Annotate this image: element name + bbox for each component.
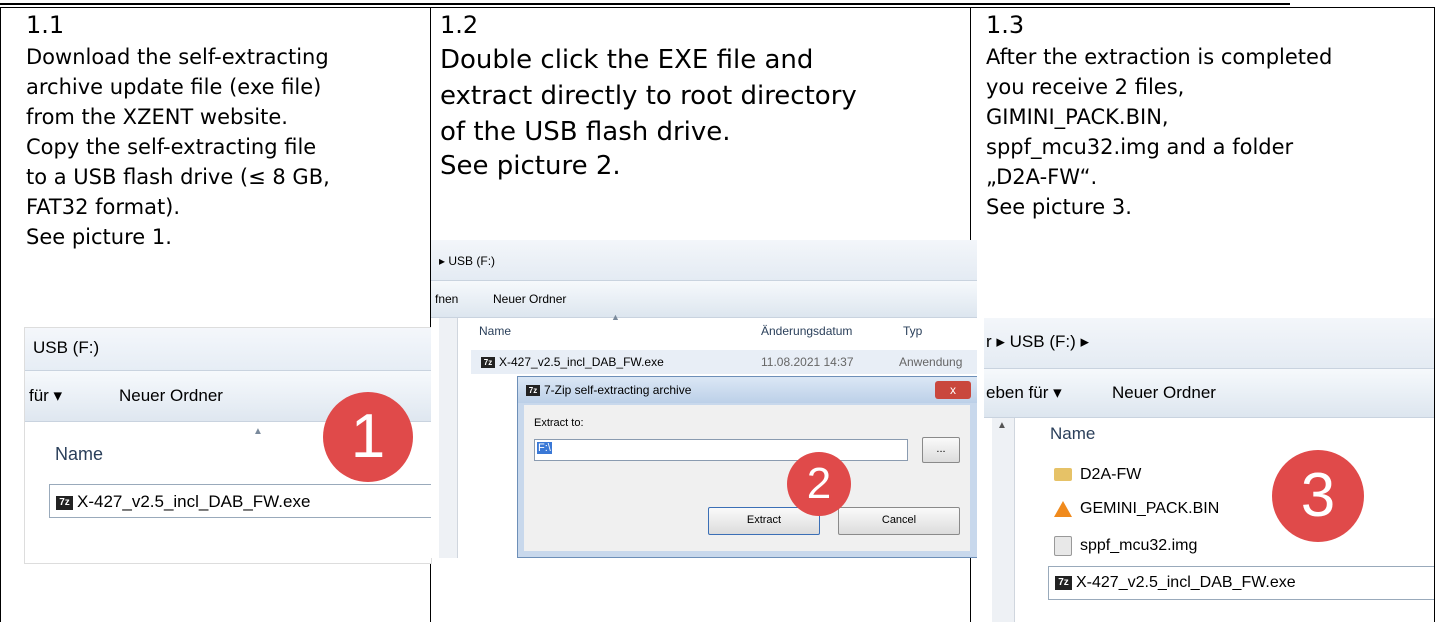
picture-badge-2: 2 bbox=[787, 452, 851, 516]
toolbar: fnen Neuer Ordner bbox=[431, 281, 977, 318]
table-border-left bbox=[0, 7, 1, 622]
picture-1: USB (F:) für ▾ Neuer Ordner ▲ Name 7z X-4… bbox=[24, 327, 432, 564]
address-path[interactable]: USB (F:) bbox=[33, 338, 99, 358]
dialog-titlebar: 7z 7-Zip self-extracting archive x bbox=[518, 377, 977, 403]
item-name: GEMINI_PACK.BIN bbox=[1080, 500, 1220, 517]
picture-3: r ▸ USB (F:) ▸ eben für ▾ Neuer Ordner ▲… bbox=[984, 318, 1434, 622]
step-text-line: FAT32 format). bbox=[26, 195, 181, 219]
nav-scrollbar[interactable] bbox=[439, 318, 458, 558]
step-text-line: See picture 1. bbox=[26, 225, 172, 249]
dialog-title: 7-Zip self-extracting archive bbox=[544, 383, 692, 397]
step-text-line: of the USB flash drive. bbox=[440, 117, 731, 147]
extract-to-label: Extract to: bbox=[534, 417, 584, 429]
list-item[interactable]: D2A-FW bbox=[1054, 466, 1141, 484]
step-text-line: See picture 2. bbox=[440, 151, 621, 181]
step-number: 1.1 bbox=[26, 11, 65, 39]
close-icon[interactable]: x bbox=[935, 381, 971, 399]
7z-icon: 7z bbox=[481, 357, 495, 369]
share-with-menu[interactable]: eben für ▾ bbox=[986, 383, 1062, 403]
picture-badge-1: 1 bbox=[323, 392, 413, 482]
column-header-name[interactable]: Name bbox=[479, 324, 511, 338]
7z-icon: 7z bbox=[1055, 575, 1072, 590]
step-text-line: Copy the self-extracting file bbox=[26, 135, 317, 159]
disk-image-icon bbox=[1054, 536, 1072, 556]
folder-icon bbox=[1054, 468, 1072, 482]
address-path[interactable]: ▸ USB (F:) bbox=[439, 254, 495, 268]
step-number: 1.2 bbox=[440, 11, 479, 39]
step-text-line: „D2A-FW“. bbox=[986, 165, 1098, 189]
new-folder-button[interactable]: Neuer Ordner bbox=[119, 386, 223, 406]
address-bar: ▸ USB (F:) bbox=[431, 240, 977, 281]
step-text-line: Double click the EXE file and bbox=[440, 45, 814, 75]
scroll-up-icon[interactable]: ▲ bbox=[997, 420, 1007, 431]
step-text-line: to a USB flash drive (≤ 8 GB, bbox=[26, 165, 330, 189]
step-text-line: sppf_mcu32.img and a folder bbox=[986, 135, 1294, 159]
step-text-line: Download the self-extracting bbox=[26, 45, 329, 69]
column-header-name[interactable]: Name bbox=[55, 444, 103, 465]
file-name: X-427_v2.5_incl_DAB_FW.exe bbox=[499, 355, 664, 369]
step-text-line: See picture 3. bbox=[986, 195, 1132, 219]
step-1-2-cell: 1.2 Double click the EXE file and extrac… bbox=[440, 8, 966, 182]
7z-icon: 7z bbox=[56, 495, 73, 510]
step-text-line: extract directly to root directory bbox=[440, 81, 857, 111]
address-path[interactable]: r ▸ USB (F:) ▸ bbox=[986, 332, 1089, 352]
toolbar-menu[interactable]: fnen bbox=[435, 292, 458, 306]
step-number: 1.3 bbox=[986, 11, 1025, 39]
dialog-body: Extract to: F:\ ... Extract Cancel bbox=[524, 405, 970, 551]
extract-dialog: 7z 7-Zip self-extracting archive x Extrac… bbox=[517, 376, 977, 558]
browse-button[interactable]: ... bbox=[922, 437, 960, 463]
file-name: X-427_v2.5_incl_DAB_FW.exe bbox=[77, 492, 311, 511]
extract-path-input[interactable]: F:\ bbox=[534, 439, 908, 461]
extract-path-value: F:\ bbox=[537, 442, 552, 454]
step-1-1-cell: 1.1 Download the self-extracting archive… bbox=[26, 8, 426, 252]
step-text-line: archive update file (exe file) bbox=[26, 75, 322, 99]
list-item[interactable]: GEMINI_PACK.BIN bbox=[1054, 500, 1219, 518]
address-bar: USB (F:) bbox=[25, 328, 431, 371]
new-folder-button[interactable]: Neuer Ordner bbox=[493, 292, 566, 306]
cone-icon bbox=[1054, 500, 1072, 517]
nav-scrollbar[interactable]: ▲ bbox=[992, 418, 1015, 622]
file-type: Anwendung bbox=[899, 355, 963, 369]
step-1-3-cell: 1.3 After the extraction is completed yo… bbox=[986, 8, 1432, 222]
step-text-line: GIMINI_PACK.BIN, bbox=[986, 105, 1169, 129]
cancel-button[interactable]: Cancel bbox=[838, 507, 960, 535]
address-bar: r ▸ USB (F:) ▸ bbox=[984, 318, 1434, 369]
step-text-line: from the XZENT website. bbox=[26, 105, 288, 129]
picture-badge-3: 3 bbox=[1272, 450, 1364, 542]
list-item[interactable]: sppf_mcu32.img bbox=[1054, 536, 1197, 556]
picture-2: ▸ USB (F:) fnen Neuer Ordner ▲ Name Ände… bbox=[431, 240, 977, 558]
item-name: D2A-FW bbox=[1080, 466, 1142, 483]
column-header-type[interactable]: Typ bbox=[903, 324, 922, 338]
share-with-menu[interactable]: für ▾ bbox=[29, 386, 62, 406]
step-text-line: you receive 2 files, bbox=[986, 75, 1185, 99]
toolbar: eben für ▾ Neuer Ordner bbox=[984, 369, 1434, 418]
instruction-table: 1.1 Download the self-extracting archive… bbox=[0, 0, 1435, 622]
sort-arrow-icon: ▲ bbox=[611, 312, 620, 322]
step-text-line: After the extraction is completed bbox=[986, 45, 1333, 69]
list-item[interactable]: 7z X-427_v2.5_incl_DAB_FW.exe bbox=[1048, 566, 1434, 600]
item-name: X-427_v2.5_incl_DAB_FW.exe bbox=[1076, 574, 1296, 591]
sort-arrow-icon: ▲ bbox=[253, 426, 263, 437]
new-folder-button[interactable]: Neuer Ordner bbox=[1112, 383, 1216, 403]
file-row[interactable]: 7z X-427_v2.5_incl_DAB_FW.exe bbox=[49, 484, 431, 518]
file-date: 11.08.2021 14:37 bbox=[761, 355, 854, 369]
column-header-date[interactable]: Änderungsdatum bbox=[761, 324, 852, 338]
file-row[interactable]: 7z X-427_v2.5_incl_DAB_FW.exe 11.08.2021 … bbox=[471, 350, 977, 374]
column-header-name[interactable]: Name bbox=[1050, 424, 1095, 444]
7z-icon: 7z bbox=[526, 385, 540, 397]
item-name: sppf_mcu32.img bbox=[1080, 537, 1198, 555]
top-rule bbox=[0, 3, 1290, 5]
